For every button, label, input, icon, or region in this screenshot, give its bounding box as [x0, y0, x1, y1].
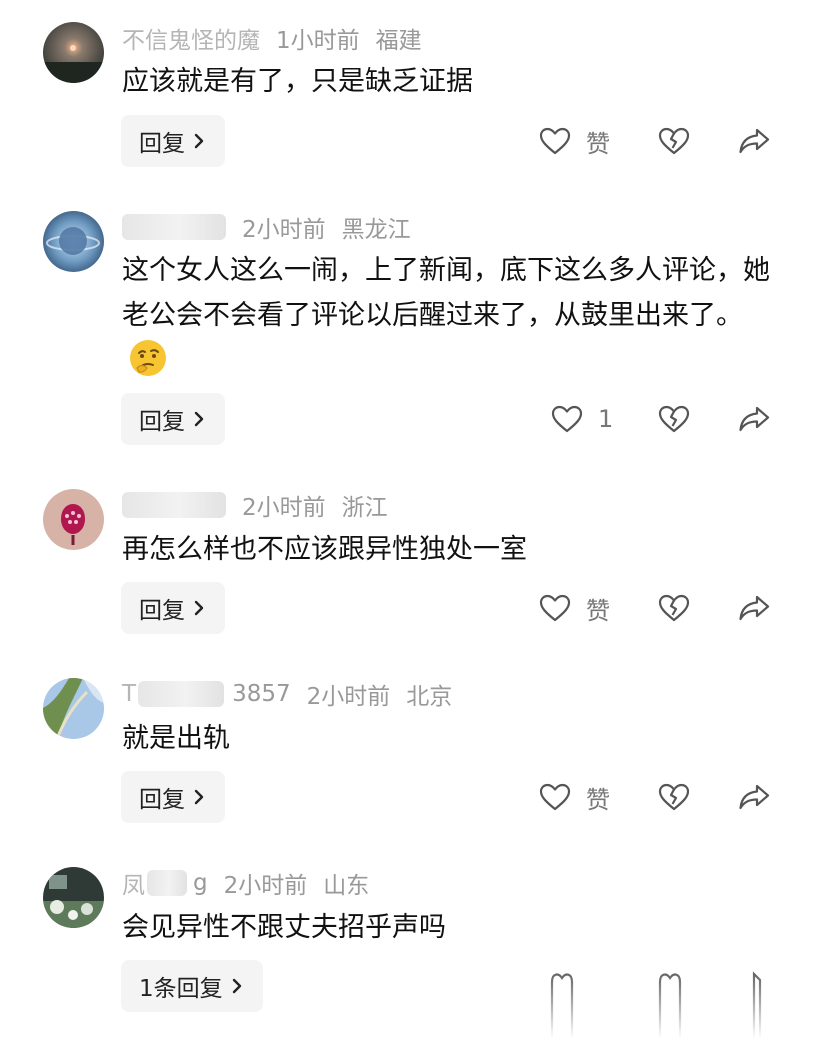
- username-redacted: [147, 870, 187, 896]
- reply-label: 回复: [139, 409, 185, 435]
- reply-thread-button[interactable]: 1条回复: [121, 960, 263, 1012]
- share-arrow-icon: [739, 406, 770, 432]
- heart-outline-icon: [539, 127, 571, 155]
- heart-outline-icon: [551, 405, 583, 433]
- reply-button[interactable]: 回复: [121, 771, 225, 823]
- heart-outline-icon: [539, 594, 571, 622]
- comment-text: 再怎么样也不应该跟异性独处一室: [122, 534, 527, 565]
- thinking-face-emoji: [130, 340, 166, 376]
- username[interactable]: 凤: [122, 866, 187, 900]
- comment-location: 北京: [406, 684, 453, 710]
- reply-label: 1条回复: [139, 976, 223, 1002]
- chevron-right-icon: [194, 411, 204, 427]
- comment-text: 会见异性不跟丈夫招乎声吗: [122, 912, 446, 943]
- username-redacted: [138, 681, 225, 707]
- comment-meta: 不信鬼怪的魔 1小时前 福建: [122, 22, 422, 54]
- comment-time: 2小时前: [306, 684, 391, 710]
- like-count: 1: [598, 405, 614, 433]
- comment-text-content: 这个女人这么一闹，上了新闻，底下这么多人评论，她老公会不会看了评论以后醒过来了，…: [122, 255, 770, 331]
- username-suffix: g: [193, 870, 208, 896]
- broken-heart-icon: [658, 783, 690, 811]
- chevron-right-icon: [232, 978, 241, 994]
- comment-text: 应该就是有了，只是缺乏证据: [122, 66, 473, 97]
- like-count: 赞: [586, 129, 610, 158]
- avatar[interactable]: [43, 22, 104, 83]
- username-visible-prefix: T: [122, 681, 137, 707]
- comment-time: 2小时前: [242, 217, 326, 243]
- heart-outline-icon: [539, 783, 571, 811]
- comment-time: 1小时前: [276, 28, 360, 54]
- reply-button[interactable]: 回复: [121, 115, 225, 167]
- comment-meta: T 3857 2小时前 北京: [122, 678, 452, 710]
- like-count: 赞: [586, 785, 610, 814]
- comment-actions: 1: [530, 393, 780, 445]
- reply-button[interactable]: 回复: [121, 393, 225, 445]
- reply-button[interactable]: 回复: [121, 582, 225, 634]
- share-button[interactable]: [737, 771, 771, 823]
- chevron-right-icon: [194, 133, 204, 149]
- username-visible-prefix: 凤: [122, 873, 145, 899]
- username[interactable]: 不信鬼怪的魔: [122, 21, 260, 55]
- avatar[interactable]: [43, 211, 104, 272]
- share-arrow-icon: [739, 784, 770, 810]
- comment-time: 2小时前: [242, 495, 326, 521]
- comment-location: 山东: [323, 873, 370, 899]
- comment-time: 2小时前: [223, 873, 308, 899]
- avatar[interactable]: [43, 489, 104, 550]
- broken-heart-icon: [658, 127, 690, 155]
- username-redacted: [122, 492, 226, 518]
- like-button[interactable]: 赞: [538, 771, 610, 823]
- comment-location: 福建: [375, 28, 422, 54]
- like-button[interactable]: 1: [550, 393, 613, 445]
- reply-label: 回复: [139, 598, 185, 624]
- like-button[interactable]: 赞: [538, 115, 610, 167]
- comment-location: 浙江: [341, 495, 388, 521]
- reply-label: 回复: [139, 131, 185, 157]
- comment-location: 黑龙江: [341, 217, 411, 243]
- comment-meta: 凤 g 2小时前 山东: [122, 867, 369, 899]
- broken-heart-icon: [658, 405, 690, 433]
- comment-actions: 赞: [530, 115, 780, 167]
- comment-meta: 2小时前 黑龙江: [122, 211, 411, 243]
- comment-text: 就是出轨: [122, 723, 230, 754]
- chevron-right-icon: [194, 789, 204, 805]
- broken-heart-icon: [658, 594, 690, 622]
- share-arrow-icon: [739, 128, 770, 154]
- dislike-button[interactable]: [657, 582, 691, 634]
- username-suffix: 3857: [232, 681, 291, 707]
- username[interactable]: T: [122, 681, 225, 707]
- like-button[interactable]: 赞: [538, 582, 610, 634]
- dislike-button[interactable]: [657, 115, 691, 167]
- share-button[interactable]: [737, 582, 771, 634]
- username-redacted: [122, 214, 226, 240]
- avatar[interactable]: [43, 867, 104, 928]
- avatar[interactable]: [43, 678, 104, 739]
- comment-meta: 2小时前 浙江: [122, 489, 388, 521]
- dislike-button[interactable]: [657, 393, 691, 445]
- comment-text: 这个女人这么一闹，上了新闻，底下这么多人评论，她老公会不会看了评论以后醒过来了，…: [122, 248, 772, 383]
- share-arrow-icon: [739, 595, 770, 621]
- share-button[interactable]: [737, 393, 771, 445]
- reply-label: 回复: [139, 787, 185, 813]
- comment-actions-cutoff: [550, 971, 762, 1038]
- dislike-button[interactable]: [657, 771, 691, 823]
- comment-actions: 赞: [530, 582, 780, 634]
- chevron-right-icon: [194, 600, 204, 616]
- share-button[interactable]: [737, 115, 771, 167]
- comment-actions: 赞: [530, 771, 780, 823]
- like-count: 赞: [586, 596, 610, 625]
